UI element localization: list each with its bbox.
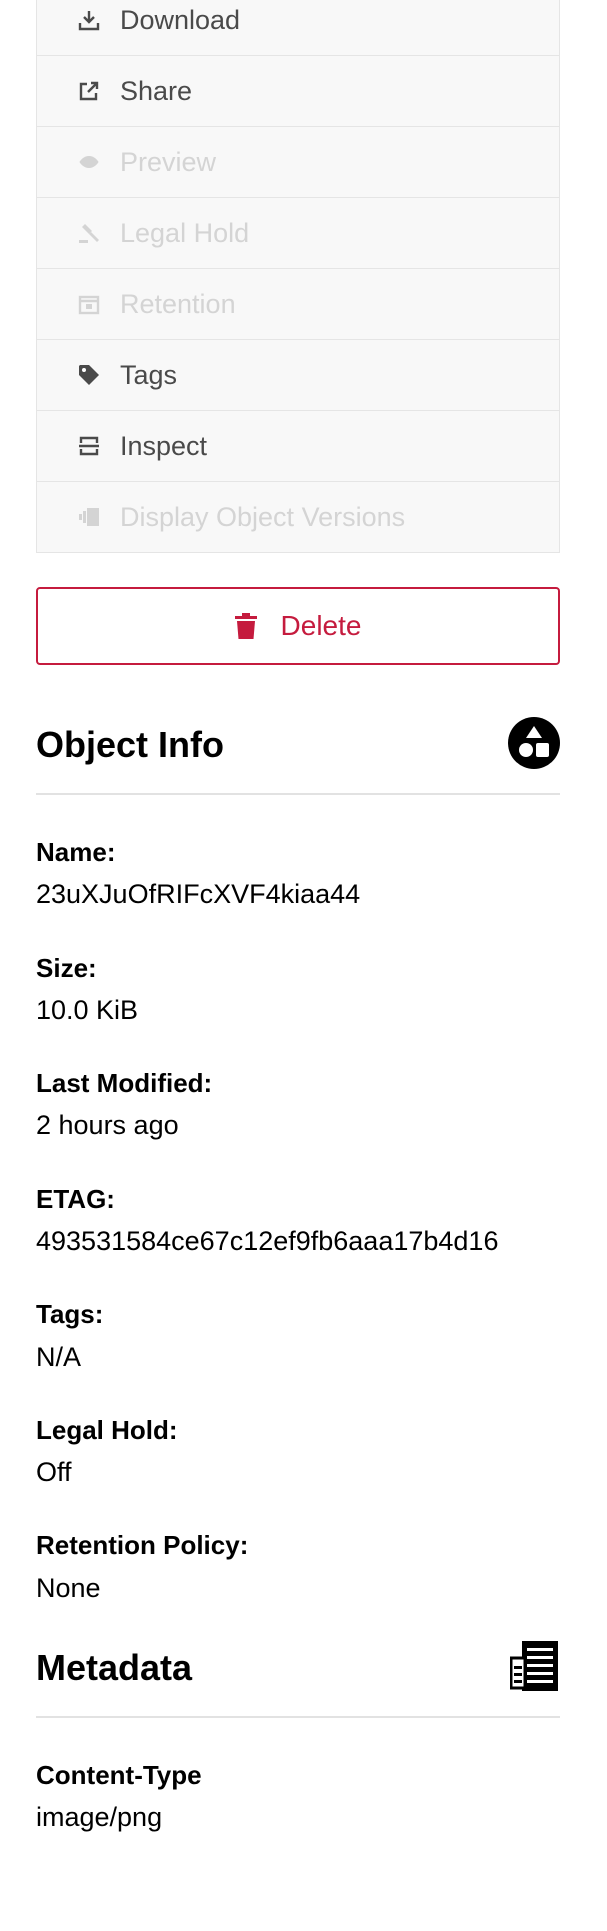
- tags-field: Tags: N/A: [36, 1299, 560, 1373]
- preview-action[interactable]: Preview: [37, 126, 559, 197]
- retention-policy-label: Retention Policy:: [36, 1530, 249, 1561]
- preview-label: Preview: [120, 146, 217, 177]
- retention-policy-value: None: [36, 1572, 101, 1603]
- size-field: Size: 10.0 KiB: [36, 953, 560, 1027]
- size-label: Size:: [36, 952, 97, 983]
- tags-action[interactable]: Tags: [37, 339, 559, 410]
- download-label: Download: [120, 4, 241, 35]
- last-modified-label: Last Modified:: [36, 1068, 213, 1099]
- legal-hold-field-label: Legal Hold:: [36, 1414, 178, 1445]
- etag-value: 493531584ce67c12ef9fb6aaa17b4d16: [36, 1225, 499, 1256]
- etag-field: ETAG: 493531584ce67c12ef9fb6aaa17b4d16: [36, 1184, 560, 1258]
- delete-button[interactable]: Delete: [36, 587, 560, 665]
- name-field: Name: 23uXJuOfRIFcXVF4kiaa44: [36, 837, 560, 911]
- inspect-icon: [78, 435, 100, 457]
- share-action[interactable]: Share: [37, 55, 559, 126]
- delete-label: Delete: [280, 610, 362, 641]
- object-info-header: Object Info: [36, 711, 560, 779]
- legal-hold-field-value: Off: [36, 1457, 72, 1488]
- content-type-value: image/png: [36, 1802, 163, 1833]
- retention-action[interactable]: Retention: [37, 268, 559, 339]
- display-versions-action[interactable]: Display Object Versions: [37, 481, 559, 552]
- size-value: 10.0 KiB: [36, 994, 139, 1025]
- metadata-header: Metadata: [36, 1634, 560, 1702]
- download-action[interactable]: Download: [37, 0, 559, 55]
- legal-hold-action[interactable]: Legal Hold: [37, 197, 559, 268]
- versions-icon: [78, 506, 100, 528]
- display-versions-label: Display Object Versions: [120, 501, 406, 532]
- tag-icon: [78, 364, 100, 386]
- trash-icon: [234, 613, 257, 639]
- content-type-label: Content-Type: [36, 1760, 202, 1791]
- share-icon: [78, 80, 100, 102]
- metadata-section: Metadata Content-Type image/png: [36, 1634, 560, 1834]
- metadata-icon: [509, 1640, 560, 1697]
- last-modified-value: 2 hours ago: [36, 1110, 179, 1141]
- tags-field-value: N/A: [36, 1341, 82, 1372]
- tags-field-label: Tags:: [36, 1299, 104, 1330]
- download-icon: [78, 9, 100, 31]
- retention-policy-field: Retention Policy: None: [36, 1530, 560, 1604]
- object-info-icon: [508, 716, 560, 774]
- retention-label: Retention: [120, 288, 236, 319]
- legal-hold-label: Legal Hold: [120, 217, 250, 248]
- object-info-section: Object Info Name: 23uXJuOfRIFcXVF4kiaa44…: [36, 711, 560, 1604]
- content-type-field: Content-Type image/png: [36, 1760, 560, 1834]
- object-actions-list: Download Share Preview Legal Hold Retent…: [36, 0, 560, 553]
- metadata-divider: [36, 1716, 560, 1719]
- share-label: Share: [120, 75, 193, 106]
- name-value: 23uXJuOfRIFcXVF4kiaa44: [36, 879, 361, 910]
- last-modified-field: Last Modified: 2 hours ago: [36, 1068, 560, 1142]
- object-info-divider: [36, 793, 560, 795]
- tags-label: Tags: [120, 359, 178, 390]
- object-info-title: Object Info: [36, 724, 224, 765]
- etag-label: ETAG:: [36, 1183, 115, 1214]
- metadata-title: Metadata: [36, 1647, 193, 1689]
- inspect-action[interactable]: Inspect: [37, 410, 559, 481]
- object-detail-panel: Download Share Preview Legal Hold Retent…: [36, 0, 560, 1834]
- gavel-icon: [78, 222, 100, 244]
- legal-hold-field: Legal Hold: Off: [36, 1415, 560, 1489]
- inspect-label: Inspect: [120, 430, 208, 461]
- name-label: Name:: [36, 837, 116, 867]
- eye-icon: [78, 151, 100, 173]
- retention-icon: [78, 293, 100, 315]
